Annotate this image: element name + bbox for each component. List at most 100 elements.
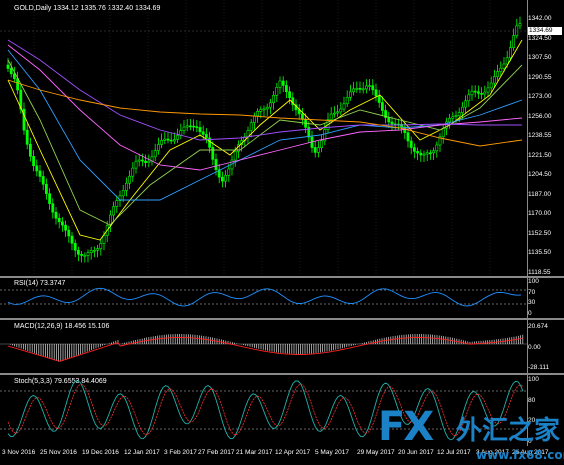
time-axis-label: 19 Dec 2016: [82, 449, 119, 456]
time-axis-label: 12 Jan 2017: [124, 449, 160, 456]
candle-body: [348, 91, 352, 98]
candle-body: [131, 167, 135, 177]
candle-body: [320, 140, 324, 148]
candle-body: [125, 182, 128, 191]
candle-body: [371, 85, 375, 91]
candle-body: [281, 80, 285, 86]
candle-body: [6, 64, 10, 69]
candle-body: [470, 90, 474, 96]
logo-url-text: www.fx68.com: [476, 448, 564, 462]
rsi-pane[interactable]: RSI(14) 73.3747 100 70 30 0: [0, 278, 564, 318]
candle-body: [48, 193, 52, 204]
time-axis-label: 12 Apr 2017: [275, 449, 311, 456]
price-chart-pane[interactable]: GOLD,Daily 1334.12 1335.76 1332.40 1334.…: [0, 0, 564, 276]
candle-body: [192, 125, 196, 128]
candle-body: [390, 121, 394, 125]
moving-average-line: [7, 59, 523, 226]
candle-body: [492, 76, 496, 84]
macd-canvas[interactable]: [0, 320, 527, 373]
candle-body: [163, 138, 167, 141]
candle-body: [147, 160, 151, 163]
rsi-canvas[interactable]: [0, 278, 527, 318]
candle-body: [480, 93, 484, 95]
axis-tick-label: 1204.50: [528, 171, 552, 179]
candle-body: [9, 68, 13, 75]
candle-body: [54, 211, 58, 219]
candle-body: [300, 113, 304, 120]
candle-body: [512, 35, 516, 48]
candle-body: [73, 242, 77, 251]
moving-average-line: [7, 39, 523, 241]
axis-tick-label: -28.111: [528, 364, 550, 371]
candle-body: [205, 134, 208, 139]
candle-body: [233, 151, 237, 161]
axis-tick-label: 1152.50: [528, 229, 552, 237]
candle-body: [502, 63, 506, 69]
logo-fx-text: FX: [378, 404, 434, 450]
candle-body: [419, 152, 423, 156]
candle-body: [451, 116, 455, 119]
candle-body: [102, 235, 106, 244]
axis-tick-label: 1118.55: [528, 269, 551, 276]
candle-body: [44, 183, 48, 194]
axis-tick-label: 1187.00: [528, 190, 552, 198]
axis-tick-label: 1273.00: [528, 93, 552, 101]
candle-body: [137, 159, 141, 162]
price-scale-divider: [527, 0, 528, 465]
candle-body: [316, 147, 320, 153]
candle-body: [182, 126, 186, 131]
candle-body: [115, 200, 119, 207]
candle-body: [41, 176, 45, 185]
candle-body: [483, 91, 487, 95]
price-chart-canvas[interactable]: [0, 0, 527, 276]
time-axis-label: 3 Nov 2016: [2, 449, 36, 456]
candle-body: [339, 108, 343, 113]
candle-body: [329, 113, 333, 120]
rsi-line: [7, 287, 522, 307]
candle-body: [70, 235, 74, 244]
candle-body: [464, 100, 468, 108]
candle-body: [505, 57, 509, 65]
candle-body: [89, 249, 93, 253]
candle-body: [422, 153, 426, 156]
candle-body: [336, 111, 340, 114]
axis-tick-label: 1324.50: [528, 34, 552, 42]
candle-body: [518, 23, 522, 27]
candle-body: [173, 139, 176, 142]
candle-body: [80, 253, 84, 256]
candle-body: [121, 190, 125, 197]
fx68-watermark-logo: FX 外汇之家 www.fx68.com: [378, 402, 564, 465]
macd-pane[interactable]: MACD(12,26,9) 18.456 15.106 20.674 0.00 -2…: [0, 320, 564, 373]
candle-body: [28, 143, 32, 157]
axis-tick-label: 20.674: [528, 323, 548, 330]
logo-chinese-text: 外汇之家: [456, 416, 561, 446]
time-axis-label: 3 Feb 2017: [164, 449, 197, 456]
candle-body: [128, 175, 132, 184]
candle-body: [288, 91, 292, 99]
candle-body: [272, 94, 276, 104]
candle-body: [134, 160, 138, 169]
axis-tick-label: 100: [528, 376, 539, 383]
candle-body: [473, 90, 477, 93]
candle-body: [166, 138, 170, 141]
candle-body: [169, 139, 173, 142]
candle-body: [355, 87, 359, 90]
candle-body: [387, 117, 391, 123]
axis-tick-label: 0.00: [528, 343, 541, 351]
candle-body: [435, 144, 439, 152]
axis-tick-label: 1256.00: [528, 112, 552, 120]
candle-body: [112, 206, 116, 216]
candle-body: [374, 89, 378, 97]
candle-body: [83, 255, 87, 257]
candle-body: [160, 140, 164, 145]
candle-body: [60, 221, 64, 226]
candle-body: [227, 168, 231, 176]
candle-body: [342, 103, 346, 110]
candle-body: [189, 125, 192, 128]
axis-tick-label: 1170.00: [528, 210, 552, 218]
candle-body: [86, 252, 90, 256]
candle-body: [99, 243, 103, 249]
candle-body: [368, 85, 372, 87]
candle-body: [412, 147, 416, 152]
candle-body: [345, 97, 349, 105]
